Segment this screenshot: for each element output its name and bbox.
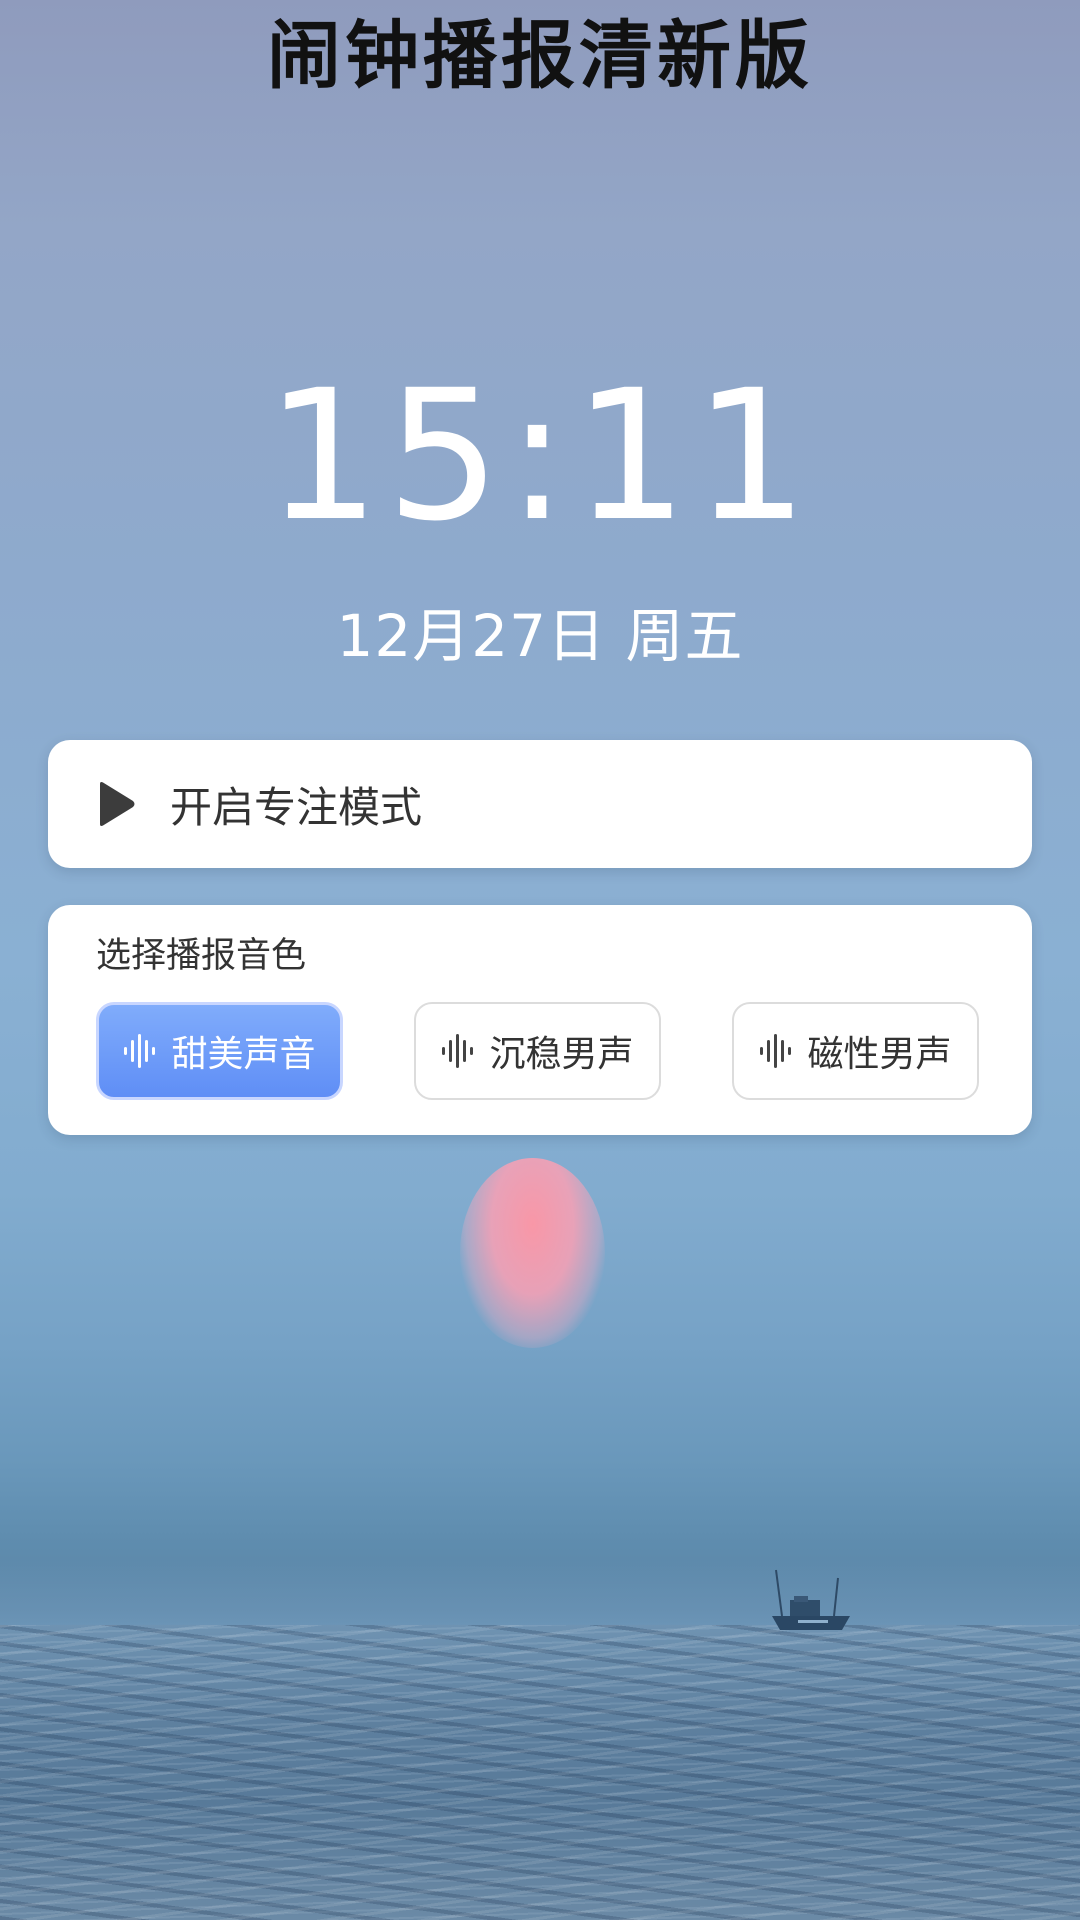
voice-selector-card: 选择播报音色 甜美声音 沉稳男声 磁性男声: [48, 905, 1032, 1135]
voice-option-label: 沉稳男声: [489, 1034, 634, 1075]
sound-wave-icon: [442, 1034, 474, 1068]
voice-option-sweet[interactable]: 甜美声音: [96, 1002, 343, 1100]
voice-selector-title: 选择播报音色: [96, 936, 307, 976]
clock-date: 12月27日 周五: [336, 602, 744, 670]
sun-background: [460, 1158, 605, 1348]
clock-time: 15:11: [265, 352, 815, 561]
sea-background: [0, 1625, 1080, 1920]
boat-image: [772, 1569, 850, 1630]
voice-option-label: 甜美声音: [171, 1034, 316, 1075]
sound-wave-icon: [124, 1034, 156, 1068]
focus-mode-label: 开启专注模式: [170, 782, 423, 832]
voice-option-steady-male[interactable]: 沉稳男声: [414, 1002, 661, 1100]
screen: 闹钟播报清新版 15:11 12月27日 周五 开启专注模式 选择播报音色 甜美…: [0, 0, 1080, 1920]
focus-mode-button[interactable]: 开启专注模式: [48, 740, 1032, 868]
voice-option-label: 磁性男声: [807, 1034, 952, 1075]
voice-option-magnetic-male[interactable]: 磁性男声: [732, 1002, 979, 1100]
sound-wave-icon: [760, 1034, 792, 1068]
play-icon: [100, 782, 135, 826]
app-title: 闹钟播报清新版: [267, 13, 813, 99]
